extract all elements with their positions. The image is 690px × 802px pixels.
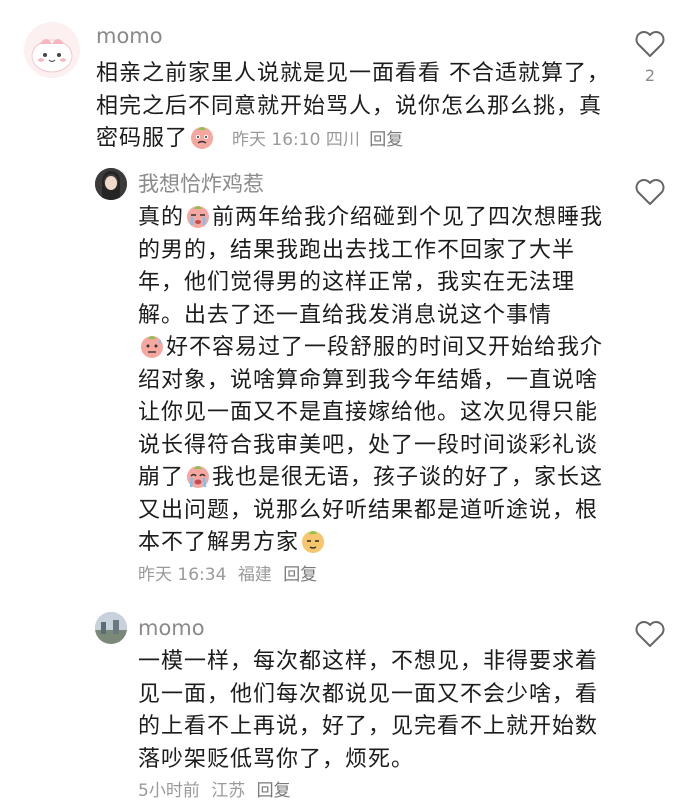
sweating-peach-emoji-icon xyxy=(141,336,163,358)
comment-text: 一模一样，每次都这样，不想见，非得要求着见一面，他们每次都说见一面又不会少啥，看… xyxy=(138,649,599,772)
comment-text: 真的 前两年给我介绍碰到个见了四次想睡我的男的，结果我跑出去找工作不回家了大半年，… xyxy=(138,205,604,555)
heart-outline-icon[interactable] xyxy=(635,30,665,58)
cute-character-icon xyxy=(24,22,80,78)
peach-face-emoji-icon xyxy=(191,127,214,149)
reply-button[interactable]: 回复 xyxy=(369,130,403,150)
avatar[interactable] xyxy=(95,612,127,644)
username[interactable]: 我想恰炸鸡惹 xyxy=(138,172,264,196)
comment-location: 福建 xyxy=(237,565,272,585)
comment-time: 昨天 16:10 xyxy=(232,130,321,150)
comment-time: 5小时前 xyxy=(138,781,200,801)
portrait-photo-icon xyxy=(95,168,127,200)
comment-meta: 5小时前 江苏 回复 xyxy=(138,780,297,802)
smug-peach-emoji-icon xyxy=(302,531,325,553)
username[interactable]: momo xyxy=(138,616,205,640)
crying-peach-emoji-icon xyxy=(187,206,210,228)
avatar[interactable] xyxy=(24,22,80,78)
heart-outline-icon[interactable] xyxy=(635,620,665,648)
comment-text: 相亲之前家里人说就是见一面看看 不合适就算了，相完之后不同意就开始骂人，说你怎么… xyxy=(96,61,610,151)
comment-meta: 昨天 16:34 福建 回复 xyxy=(138,564,323,586)
comment-location: 四川 xyxy=(325,130,360,150)
landscape-photo-icon xyxy=(95,612,127,644)
reply-button[interactable]: 回复 xyxy=(283,565,317,585)
username[interactable]: momo xyxy=(96,24,163,48)
comment-location: 江苏 xyxy=(211,781,246,801)
reply-button[interactable]: 回复 xyxy=(257,781,291,801)
avatar[interactable] xyxy=(95,168,127,200)
comment-2: 我想恰炸鸡惹 真的 前两年给我介绍碰到个见了四次想睡我的男的，结果我跑出去找工作不… xyxy=(0,160,690,600)
sobbing-peach-emoji-icon xyxy=(187,466,210,488)
like-count: 2 xyxy=(644,66,656,85)
comment-time: 昨天 16:34 xyxy=(138,565,227,585)
comment-1: momo 相亲之前家里人说就是见一面看看 不合适就算了，相完之后不同意就开始骂人… xyxy=(0,0,690,160)
comment-3: momo 一模一样，每次都这样，不想见，非得要求着见一面，他们每次都说见一面又不… xyxy=(0,600,690,801)
heart-outline-icon[interactable] xyxy=(635,178,665,206)
